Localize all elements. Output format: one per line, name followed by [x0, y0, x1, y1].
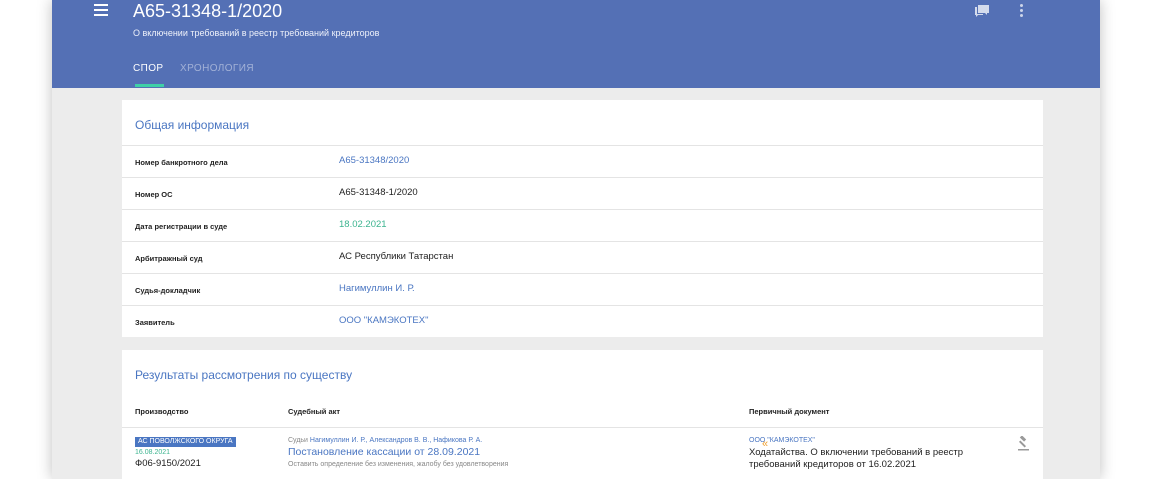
tab-chronology[interactable]: ХРОНОЛОГИЯ	[180, 63, 254, 74]
app-window: А65-31348-1/2020 О включении требований …	[52, 0, 1100, 479]
info-row: Номер ОС А65-31348-1/2020	[122, 177, 1043, 209]
chat-icon[interactable]	[975, 5, 989, 17]
info-row: Дата регистрации в суде 18.02.2021	[122, 209, 1043, 241]
info-label: Арбитражный суд	[135, 254, 203, 263]
page-title: А65-31348-1/2020	[133, 1, 283, 21]
app-header: А65-31348-1/2020 О включении требований …	[52, 0, 1100, 88]
active-tab-indicator	[135, 84, 164, 87]
gavel-icon[interactable]	[1015, 436, 1031, 452]
info-row: Арбитражный суд АС Республики Татарстан	[122, 241, 1043, 273]
page-subtitle: О включении требований в реестр требован…	[133, 28, 380, 38]
info-label: Дата регистрации в суде	[135, 222, 228, 231]
info-label: Номер банкротного дела	[135, 158, 228, 167]
primary-doc-line-1: Ходатайства. О включении требований в ре…	[749, 447, 964, 458]
info-label: Судья-докладчик	[135, 286, 201, 295]
info-row: Судья-докладчик Нагимуллин И. Р.	[122, 273, 1043, 305]
general-info-card: Общая информация Номер банкротного дела …	[122, 100, 1043, 337]
column-header-proceeding: Производство	[135, 407, 189, 416]
menu-icon[interactable]	[94, 4, 108, 18]
dispute-number: А65-31348-1/2020	[339, 187, 418, 198]
act-result: Оставить определение без изменения, жало…	[288, 461, 509, 468]
info-label: Заявитель	[135, 318, 175, 327]
registration-date: 18.02.2021	[339, 219, 387, 230]
info-row: Заявитель ООО "КАМЭКОТЕХ"	[122, 305, 1043, 337]
applicant-link[interactable]: ООО "КАМЭКОТЕХ"	[339, 315, 428, 326]
results-title: Результаты рассмотрения по существу	[135, 368, 353, 382]
primary-party-link[interactable]: ООО "КАМЭКОТЕХ"	[749, 437, 815, 444]
more-vert-icon[interactable]	[1020, 4, 1024, 18]
bankruptcy-case-link[interactable]: А65-31348/2020	[339, 155, 409, 166]
judges-line: Судьи Нагимуллин И. Р., Александров В. В…	[288, 437, 482, 444]
judges-links[interactable]: Нагимуллин И. Р., Александров В. В., Наф…	[310, 437, 482, 444]
judges-prefix: Судьи	[288, 437, 308, 444]
info-row: Номер банкротного дела А65-31348/2020	[122, 145, 1043, 177]
divider	[122, 427, 1043, 428]
info-label: Номер ОС	[135, 190, 173, 199]
arbitration-court: АС Республики Татарстан	[339, 251, 454, 262]
results-card: Результаты рассмотрения по существу Прои…	[122, 350, 1043, 479]
court-badge: АС ПОВОЛЖСКОГО ОКРУГА	[135, 437, 236, 447]
tab-dispute[interactable]: СПОР	[133, 63, 163, 74]
column-header-primary-document: Первичный документ	[749, 407, 830, 416]
act-title-link[interactable]: Постановление кассации от 28.09.2021	[288, 446, 480, 458]
judge-link[interactable]: Нагимуллин И. Р.	[339, 283, 415, 294]
general-info-title: Общая информация	[135, 118, 250, 132]
column-header-judicial-act: Судебный акт	[288, 407, 341, 416]
proceeding-case-number: Ф06-9150/2021	[135, 458, 201, 469]
primary-doc-line-2: требований кредиторов от 16.02.2021	[749, 459, 917, 470]
proceeding-date: 16.08.2021	[135, 449, 171, 456]
